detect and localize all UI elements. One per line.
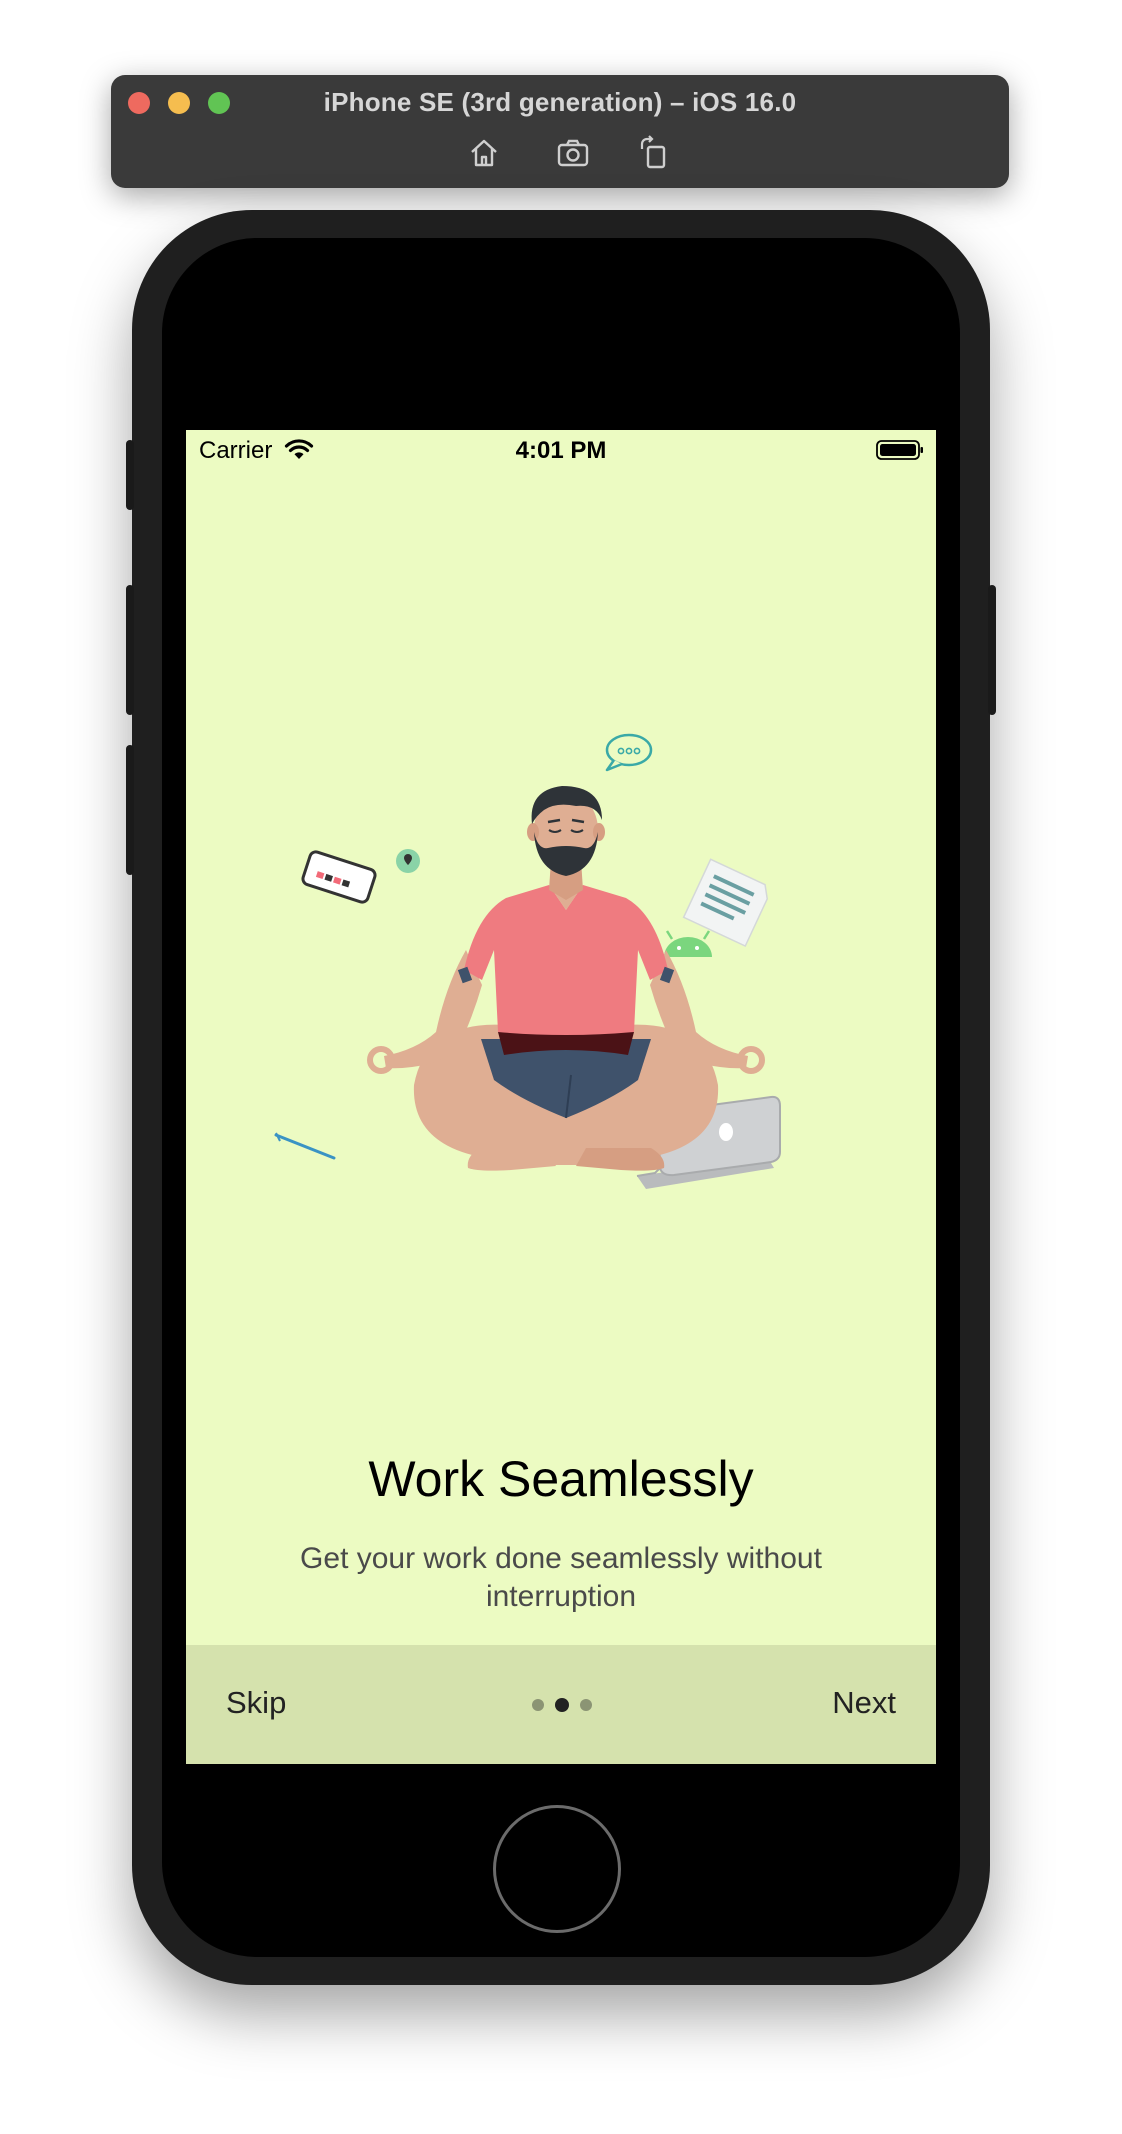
screenshot-icon[interactable] [555,135,591,171]
pen-icon [274,1132,336,1160]
page-indicator[interactable] [532,1698,592,1713]
page-dot-1[interactable] [532,1699,544,1711]
home-button[interactable] [493,1805,621,1933]
home-icon[interactable] [466,135,502,171]
simulator-title: iPhone SE (3rd generation) – iOS 16.0 [323,87,797,117]
rotate-icon[interactable] [636,135,672,171]
location-pin-icon [396,849,420,873]
page-dot-2-active[interactable] [555,1698,569,1712]
page-dot-3[interactable] [580,1699,592,1711]
phone-icon [301,850,377,904]
onboarding-bottom-bar: Skip Next [186,1645,936,1764]
battery-icon [876,440,923,460]
volume-down-button [126,745,134,875]
app-screen: Carrier 4:01 PM Work Seamlessly Get your… [186,430,936,1764]
onboarding-title: Work Seamlessly [368,1451,754,1507]
simulator-toolbar [111,135,1009,171]
onboarding-subtitle: Get your work done seamlessly without in… [300,1542,822,1613]
status-time: 4:01 PM [515,437,607,464]
power-button [988,585,996,715]
next-button[interactable]: Next [832,1685,896,1721]
volume-up-button [126,585,134,715]
document-icon [682,858,769,948]
meditating-man-illustration [274,733,781,1189]
simulator-title-bar: iPhone SE (3rd generation) – iOS 16.0 [111,75,1009,188]
status-bar: Carrier 4:01 PM [186,430,936,470]
man-figure [367,786,765,1171]
skip-button[interactable]: Skip [226,1685,286,1721]
chat-bubble-icon [605,733,653,772]
android-icon [664,930,712,957]
mute-switch [126,440,134,510]
